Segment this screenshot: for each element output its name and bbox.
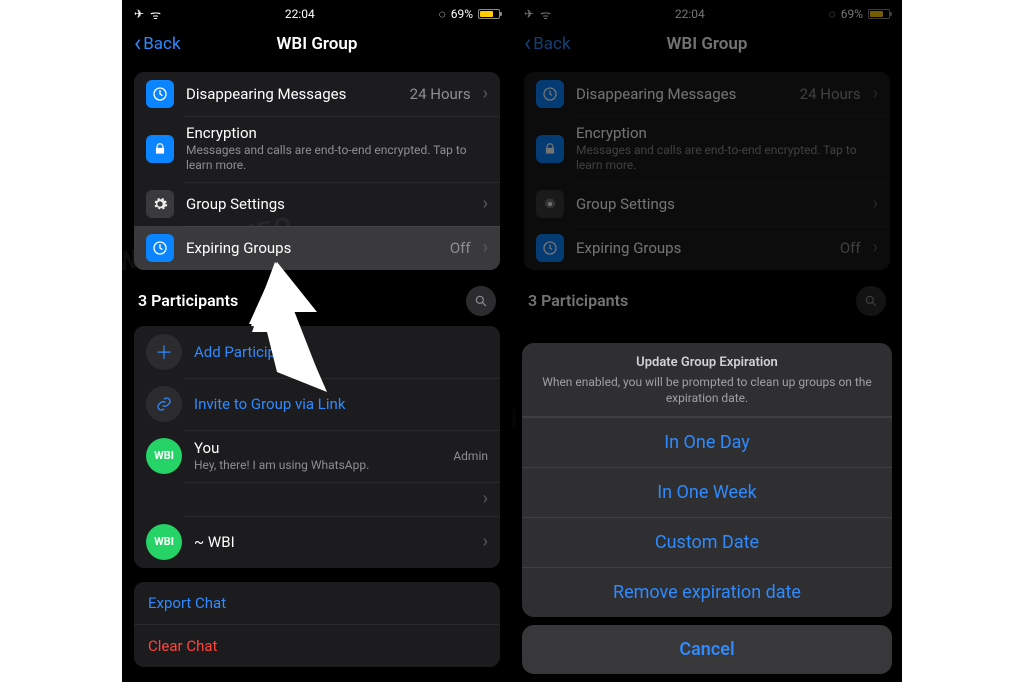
status-time: 22:04: [285, 7, 315, 21]
sheet-cancel[interactable]: Cancel: [522, 625, 892, 674]
battery-icon: [868, 9, 890, 19]
phone-right: ✈ ᯤ 22:04 ◌ 69% ‹ Back WBI Group ©WABETA…: [512, 0, 902, 682]
row-disappearing-messages[interactable]: Disappearing Messages 24 Hours ›: [134, 72, 500, 116]
nav-bar: ‹ Back WBI Group: [122, 24, 512, 62]
status-loading-icon: ◌: [829, 7, 836, 21]
chat-actions-card: Export Chat Clear Chat: [134, 582, 500, 667]
battery-icon: [478, 9, 500, 19]
search-button[interactable]: [466, 286, 496, 316]
avatar: WBI: [146, 524, 182, 560]
search-button: [856, 286, 886, 316]
sheet-description: When enabled, you will be prompted to cl…: [540, 374, 874, 406]
link-icon: [146, 386, 182, 422]
lock-icon: [146, 135, 174, 163]
lock-icon: [536, 135, 564, 163]
participants-header: 3 Participants: [524, 270, 890, 326]
row-expiring-groups: Expiring Groups Off ›: [524, 226, 890, 270]
nav-bar: ‹ Back WBI Group: [512, 24, 902, 62]
participants-card: ＋ Add Participants Invite to Group via L…: [134, 326, 500, 568]
row-disappearing-messages: Disappearing Messages 24 Hours ›: [524, 72, 890, 116]
chevron-right-icon: ›: [483, 85, 488, 103]
row-add-participants[interactable]: ＋ Add Participants: [134, 326, 500, 378]
row-group-settings: Group Settings ›: [524, 182, 890, 226]
chevron-right-icon: ›: [483, 195, 488, 213]
timer-icon: [146, 80, 174, 108]
status-loading-icon: ◌: [439, 7, 446, 21]
phone-left: ✈ ᯤ 22:04 ◌ 69% ‹ Back WBI Group ©WABETA…: [122, 0, 512, 682]
row-participant-you[interactable]: WBI You Hey, there! I am using WhatsApp.…: [134, 430, 500, 482]
row-participant-extra[interactable]: ›: [134, 482, 500, 516]
wifi-icon: ᯤ: [150, 6, 161, 23]
timer-icon: [536, 234, 564, 262]
row-participant-wbi[interactable]: WBI ~ WBI ›: [134, 516, 500, 568]
row-invite-link[interactable]: Invite to Group via Link: [134, 378, 500, 430]
back-button[interactable]: ‹ Back: [134, 34, 181, 54]
airplane-icon: ✈: [134, 7, 144, 21]
status-bar: ✈ ᯤ 22:04 ◌ 69%: [512, 4, 902, 24]
status-time: 22:04: [675, 7, 705, 21]
sheet-option-remove[interactable]: Remove expiration date: [522, 567, 892, 617]
chevron-right-icon: ›: [483, 533, 488, 551]
status-battery-pct: 69%: [451, 7, 473, 21]
settings-card: Disappearing Messages 24 Hours › Encrypt…: [134, 72, 500, 270]
status-bar: ✈ ᯤ 22:04 ◌ 69%: [122, 4, 512, 24]
row-group-settings[interactable]: Group Settings ›: [134, 182, 500, 226]
chevron-left-icon: ‹: [134, 34, 141, 53]
gear-icon: [146, 190, 174, 218]
settings-card: Disappearing Messages 24 Hours › Encrypt…: [524, 72, 890, 270]
row-encryption[interactable]: Encryption Messages and calls are end-to…: [134, 116, 500, 182]
export-chat[interactable]: Export Chat: [134, 582, 500, 624]
wifi-icon: ᯤ: [540, 6, 551, 23]
plus-icon: ＋: [146, 334, 182, 370]
gear-icon: [536, 190, 564, 218]
back-button[interactable]: ‹ Back: [524, 34, 571, 54]
timer-icon: [536, 80, 564, 108]
chevron-right-icon: ›: [483, 490, 488, 508]
clear-chat[interactable]: Clear Chat: [134, 624, 500, 667]
avatar: WBI: [146, 438, 182, 474]
airplane-icon: ✈: [524, 7, 534, 21]
row-encryption: Encryption Messages and calls are end-to…: [524, 116, 890, 182]
sheet-title: Update Group Expiration: [540, 355, 874, 370]
role-badge: Admin: [453, 449, 488, 463]
timer-icon: [146, 234, 174, 262]
sheet-option-one-week[interactable]: In One Week: [522, 467, 892, 517]
sheet-option-custom[interactable]: Custom Date: [522, 517, 892, 567]
chevron-right-icon: ›: [483, 239, 488, 257]
sheet-option-one-day[interactable]: In One Day: [522, 417, 892, 467]
action-sheet: Update Group Expiration When enabled, yo…: [512, 343, 902, 682]
row-expiring-groups[interactable]: Expiring Groups Off ›: [134, 226, 500, 270]
chevron-left-icon: ‹: [524, 34, 531, 53]
participants-header: 3 Participants: [134, 270, 500, 326]
status-battery-pct: 69%: [841, 7, 863, 21]
